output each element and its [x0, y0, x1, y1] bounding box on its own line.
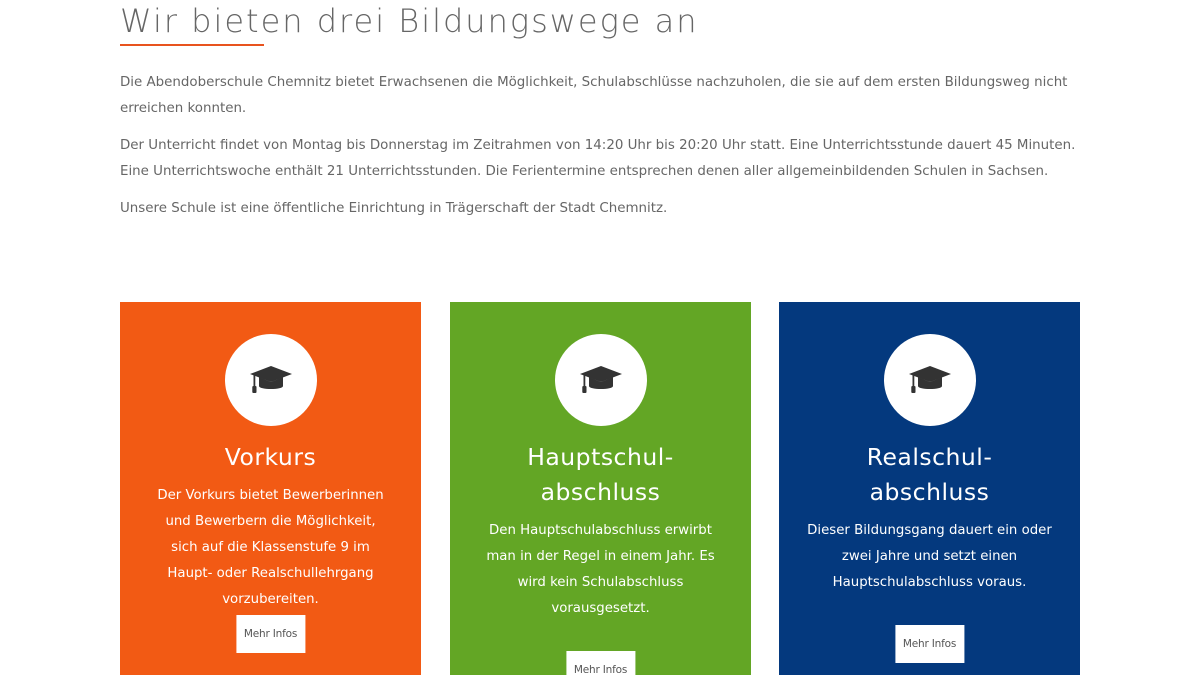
card-title: Realschul- abschluss	[866, 443, 993, 506]
card-title: Vorkurs	[224, 443, 317, 471]
card-text: Den Hauptschulabschluss erwirbt man in d…	[486, 523, 715, 616]
intro-paragraph: Unsere Schule ist eine öffentliche Einri…	[120, 201, 668, 216]
more-info-button[interactable]: Mehr Infos	[894, 625, 965, 663]
page-title: Wir bieten drei Bildungswege an	[120, 2, 699, 40]
graduation-cap-icon	[883, 334, 976, 426]
intro-paragraph: Der Unterricht findet von Montag bis Don…	[120, 138, 1076, 179]
card-title: Hauptschul- abschluss	[527, 443, 674, 506]
card-text: Der Vorkurs bietet Bewerberinnen und Bew…	[157, 488, 384, 607]
more-info-button[interactable]: Mehr Infos	[235, 615, 306, 653]
intro-text: Die Abendoberschule Chemnitz bietet Erwa…	[120, 70, 1080, 234]
title-underline	[120, 44, 264, 46]
card-text: Dieser Bildungsgang dauert ein oder zwei…	[807, 523, 1052, 590]
graduation-cap-icon	[554, 334, 647, 426]
education-cards: Vorkurs Der Vorkurs bietet Bewerberinnen…	[120, 302, 1080, 675]
more-info-button[interactable]: Mehr Infos	[565, 651, 636, 675]
card-vorkurs: Vorkurs Der Vorkurs bietet Bewerberinnen…	[120, 302, 421, 675]
card-realschulabschluss: Realschul- abschluss Dieser Bildungsgang…	[779, 302, 1080, 675]
intro-paragraph: Die Abendoberschule Chemnitz bietet Erwa…	[120, 75, 1068, 116]
card-hauptschulabschluss: Hauptschul- abschluss Den Hauptschulabsc…	[450, 302, 751, 675]
graduation-cap-icon	[224, 334, 317, 426]
